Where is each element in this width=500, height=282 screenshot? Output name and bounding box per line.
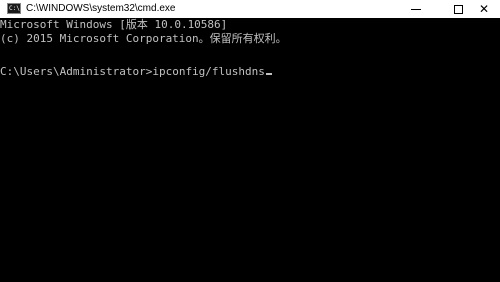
command-text: ipconfig/flushdns (152, 65, 265, 78)
minimize-icon (411, 8, 421, 10)
text-cursor (265, 73, 272, 75)
close-icon: ✕ (478, 2, 490, 16)
cmd-window: C:\ C:\WINDOWS\system32\cmd.exe ✕ Micros… (0, 0, 500, 282)
maximize-icon (453, 4, 463, 14)
console-output[interactable]: Microsoft Windows [版本 10.0.10586] (c) 20… (0, 18, 500, 282)
command-line[interactable]: C:\Users\Administrator>ipconfig/flushdns (0, 66, 272, 78)
title-bar[interactable]: C:\ C:\WINDOWS\system32\cmd.exe ✕ (0, 0, 500, 18)
cmd-icon: C:\ (7, 3, 21, 14)
version-line: Microsoft Windows [版本 10.0.10586] (0, 18, 228, 31)
window-title: C:\WINDOWS\system32\cmd.exe (26, 3, 176, 14)
copyright-line: (c) 2015 Microsoft Corporation。保留所有权利。 (0, 32, 287, 45)
prompt-text: C:\Users\Administrator> (0, 65, 153, 78)
minimize-button[interactable] (400, 0, 432, 18)
close-button[interactable]: ✕ (468, 0, 500, 18)
